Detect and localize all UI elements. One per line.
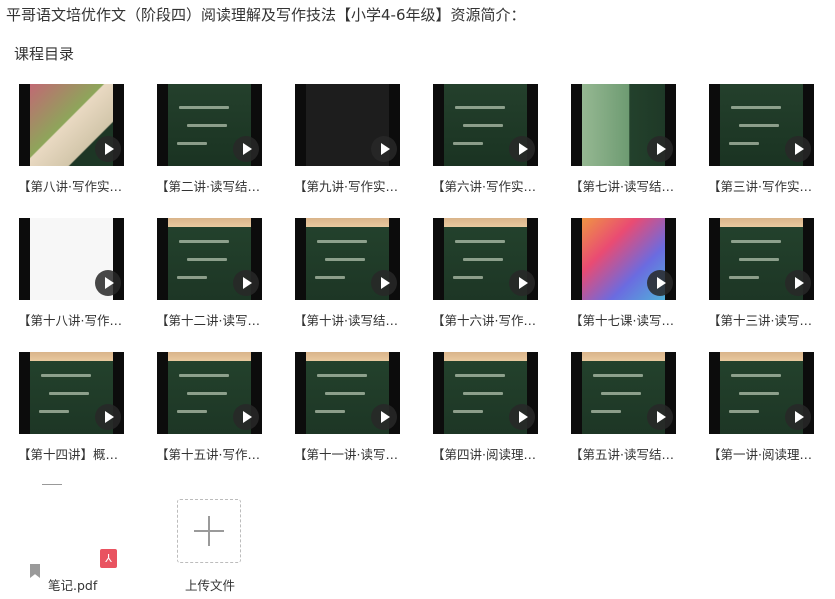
video-thumbnail[interactable] [709,352,814,434]
video-card[interactable]: 【第十六讲·写作… [414,218,544,338]
upload-button[interactable] [177,499,241,563]
video-card[interactable]: 【第十四讲】概… [0,352,130,472]
video-title[interactable]: 【第十七课·读写… [570,310,680,329]
video-title[interactable]: 【第十讲·读写结… [294,310,404,329]
video-title[interactable]: 【第二讲·读写结… [156,176,266,195]
file-name[interactable]: 笔记.pdf [48,575,97,594]
play-icon[interactable] [95,404,121,430]
video-title[interactable]: 【第三讲·写作实… [708,176,818,195]
video-thumbnail[interactable] [157,218,262,300]
video-title[interactable]: 【第十一讲·读写… [294,444,404,463]
video-title[interactable]: 【第六讲·写作实… [432,176,542,195]
video-card[interactable]: 【第十三讲·读写… [690,218,820,338]
page-title: 平哥语文培优作文（阶段四）阅读理解及写作技法【小学4-6年级】资源简介： [6,6,526,24]
play-icon[interactable] [647,136,673,162]
video-thumbnail[interactable] [19,352,124,434]
video-thumbnail[interactable] [295,218,400,300]
video-title[interactable]: 【第四讲·阅读理… [432,444,542,463]
video-card[interactable]: 【第四讲·阅读理… [414,352,544,472]
video-title[interactable]: 【第八讲·写作实… [18,176,128,195]
video-thumbnail[interactable] [295,352,400,434]
play-icon[interactable] [509,270,535,296]
upload-label[interactable]: 上传文件 [185,575,235,594]
video-card[interactable]: 【第七讲·读写结… [552,84,682,204]
play-icon[interactable] [95,270,121,296]
video-title[interactable]: 【第十三讲·读写… [708,310,818,329]
video-card[interactable]: 【第二讲·读写结… [138,84,268,204]
play-icon[interactable] [371,404,397,430]
video-title[interactable]: 【第十八讲·写作… [18,310,128,329]
video-thumbnail[interactable] [571,84,676,166]
play-icon[interactable] [233,404,259,430]
video-card[interactable]: 【第十八讲·写作… [0,218,130,338]
video-card[interactable]: 【第三讲·写作实… [690,84,820,204]
video-thumbnail[interactable] [19,84,124,166]
video-thumbnail[interactable] [19,218,124,300]
play-icon[interactable] [785,404,811,430]
play-icon[interactable] [371,270,397,296]
video-card[interactable]: 【第九讲·写作实… [276,84,406,204]
play-icon[interactable] [785,270,811,296]
video-thumbnail[interactable] [709,218,814,300]
video-card[interactable]: 【第十讲·读写结… [276,218,406,338]
video-thumbnail[interactable] [295,84,400,166]
video-thumbnail[interactable] [157,352,262,434]
video-title[interactable]: 【第五讲·读写结… [570,444,680,463]
play-icon[interactable] [233,136,259,162]
play-icon[interactable] [233,270,259,296]
video-card[interactable]: 【第十二讲·读写… [138,218,268,338]
video-title[interactable]: 【第九讲·写作实… [294,176,404,195]
video-card[interactable]: 【第十五讲·写作… [138,352,268,472]
video-card[interactable]: 【第一讲·阅读理… [690,352,820,472]
video-card[interactable]: 【第十七课·读写… [552,218,682,338]
video-card[interactable]: 【第八讲·写作实… [0,84,130,204]
bookmark-icon[interactable] [30,564,40,578]
pdf-icon: ⅄ [100,549,117,568]
video-title[interactable]: 【第十二讲·读写… [156,310,266,329]
video-card[interactable]: 【第十一讲·读写… [276,352,406,472]
play-icon[interactable] [647,404,673,430]
video-title[interactable]: 【第十五讲·写作… [156,444,266,463]
video-card[interactable]: 【第六讲·写作实… [414,84,544,204]
video-thumbnail[interactable] [571,352,676,434]
video-thumbnail[interactable] [571,218,676,300]
video-title[interactable]: 【第十四讲】概… [18,444,128,463]
play-icon[interactable] [509,404,535,430]
video-title[interactable]: 【第十六讲·写作… [432,310,542,329]
video-thumbnail[interactable] [709,84,814,166]
video-thumbnail[interactable] [433,84,538,166]
video-title[interactable]: 【第七讲·读写结… [570,176,680,195]
play-icon[interactable] [647,270,673,296]
video-thumbnail[interactable] [433,352,538,434]
video-card[interactable]: 【第五讲·读写结… [552,352,682,472]
play-icon[interactable] [95,136,121,162]
section-title: 课程目录 [14,45,75,63]
video-thumbnail[interactable] [157,84,262,166]
play-icon[interactable] [371,136,397,162]
video-title[interactable]: 【第一讲·阅读理… [708,444,818,463]
play-icon[interactable] [509,136,535,162]
video-thumbnail[interactable] [433,218,538,300]
play-icon[interactable] [785,136,811,162]
